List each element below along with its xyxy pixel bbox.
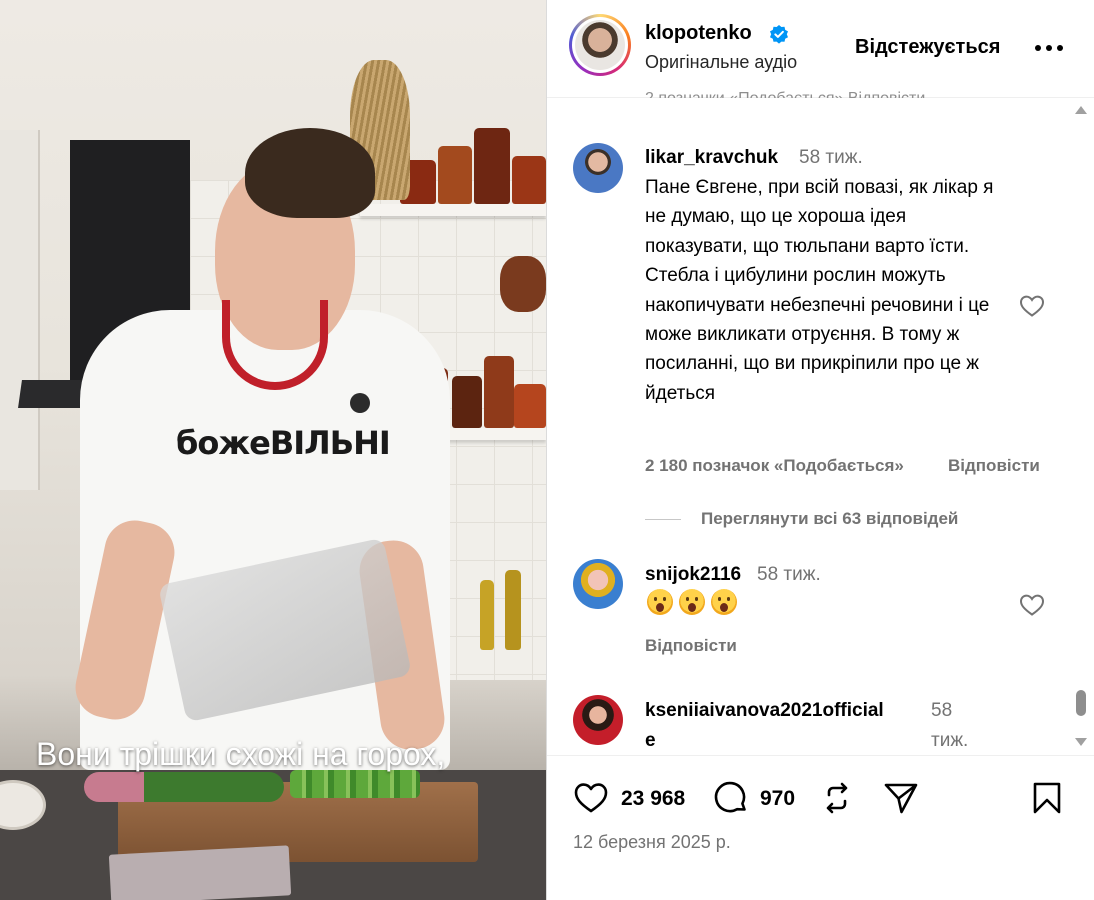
comment-likes-count[interactable]: 2 180 позначок «Подобається» <box>645 456 904 476</box>
jar <box>438 146 472 204</box>
oil-bottle <box>480 580 494 650</box>
commenter-avatar[interactable] <box>573 695 623 745</box>
comment-text: Пане Євгене, при всій повазі, як лікар я… <box>645 177 994 404</box>
replies-divider-line <box>645 519 681 520</box>
clay-pot <box>500 256 546 312</box>
author-avatar[interactable] <box>569 14 631 76</box>
commenter-avatar[interactable] <box>573 143 623 193</box>
likes-count[interactable]: 23 968 <box>621 787 685 811</box>
reel-video[interactable]: божеВІЛЬНІ Вони трішки схожі на горох, <box>0 0 546 900</box>
reply-button[interactable]: Відповісти <box>645 636 737 656</box>
author-username[interactable]: klopotenko <box>645 22 752 45</box>
comment-username[interactable]: likar_kravchuk <box>645 147 778 169</box>
jar <box>514 384 546 428</box>
following-button[interactable]: Відстежується <box>855 36 1000 59</box>
astonished-face-icon <box>679 589 705 615</box>
jar <box>484 356 514 428</box>
oil-bottle <box>505 570 521 650</box>
comment-time-wrap[interactable]: тиж. <box>931 730 968 752</box>
save-bookmark-icon[interactable] <box>1029 780 1065 816</box>
verified-badge-icon <box>770 25 788 44</box>
comment-time[interactable]: 58 тиж. <box>757 564 821 586</box>
comment-username[interactable]: kseniiaivanova2021official <box>645 700 884 722</box>
astonished-face-icon <box>647 589 673 615</box>
original-audio-link[interactable]: Оригінальне аудіо <box>645 52 797 73</box>
jar <box>474 128 510 204</box>
shirt-print: божеВІЛЬНІ <box>176 424 391 462</box>
post-panel: klopotenko Оригінальне аудіо Відстежуєть… <box>546 0 1094 900</box>
book <box>108 845 292 900</box>
repost-icon[interactable] <box>819 780 855 816</box>
post-actions-bar: 23 968 970 12 березня 2025 р. <box>547 755 1094 900</box>
scrollbar-thumb[interactable] <box>1076 690 1086 716</box>
like-heart-icon[interactable] <box>573 780 609 816</box>
kitchen-cabinet <box>0 130 40 490</box>
comment-like-icon[interactable] <box>1019 294 1045 318</box>
video-subtitle: Вони трішки схожі на горох, <box>36 736 446 772</box>
scroll-down-arrow-icon[interactable] <box>1075 738 1087 746</box>
commenter-avatar[interactable] <box>573 559 623 609</box>
tulip-stems <box>84 772 284 802</box>
comment-like-icon[interactable] <box>1019 593 1045 617</box>
chopped-greens <box>290 770 420 798</box>
view-replies-label: Переглянути всі 63 відповідей <box>701 509 959 528</box>
post-date[interactable]: 12 березня 2025 р. <box>573 832 731 853</box>
more-horizontal-icon[interactable] <box>1035 38 1063 58</box>
shirt-badge <box>350 393 370 413</box>
comment-username-wrap[interactable]: e <box>645 730 656 752</box>
comments-list: likar_kravchuk 58 тиж. Пане Євгене, при … <box>547 99 1094 754</box>
comment-username[interactable]: snijok2116 <box>645 564 741 586</box>
comment-bubble-icon[interactable] <box>713 780 749 816</box>
shelf-top <box>360 204 546 216</box>
person-hair <box>245 128 375 218</box>
reply-button[interactable]: Відповісти <box>948 456 1040 476</box>
astonished-face-icon <box>711 589 737 615</box>
comments-scrollbar[interactable] <box>1074 100 1090 750</box>
jar <box>512 156 546 204</box>
scroll-up-arrow-icon[interactable] <box>1075 106 1087 114</box>
post-header: klopotenko Оригінальне аудіо Відстежуєть… <box>547 0 1094 98</box>
comment-time[interactable]: 58 тиж. <box>799 147 863 169</box>
share-send-icon[interactable] <box>883 780 919 816</box>
shelf-bottom <box>440 428 546 440</box>
comments-count[interactable]: 970 <box>760 787 795 811</box>
comment-time[interactable]: 58 <box>931 700 952 722</box>
jar <box>452 376 482 428</box>
previous-comment-meta: 2 позначки «Подобається» Відповісти <box>645 90 925 98</box>
